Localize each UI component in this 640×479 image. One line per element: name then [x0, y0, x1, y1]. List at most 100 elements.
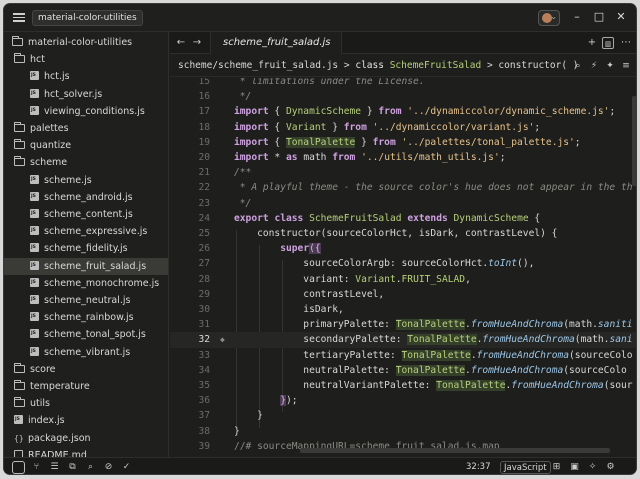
new-tab-icon[interactable]: + [586, 37, 598, 49]
search-icon[interactable]: ⌕ [84, 461, 97, 474]
code-line[interactable]: 28 variant: Variant.FRUIT_SALAD, [170, 272, 636, 287]
tree-item[interactable]: palettes [4, 120, 168, 137]
tree-item[interactable]: scheme_monochrome.js [4, 275, 168, 292]
code-line[interactable]: 16 */ [170, 89, 636, 104]
git-branch-icon[interactable]: ⑂ [30, 461, 43, 474]
code-line[interactable]: 27 sourceColorArgb: sourceColorHct.toInt… [170, 256, 636, 271]
code-token: '../palettes/tonal_palette.js' [401, 136, 575, 148]
code-token: * [268, 152, 286, 163]
folder-open-icon [12, 36, 23, 46]
cursor-position[interactable]: 32:37 [466, 461, 491, 474]
ai-assistant-icon[interactable]: ✧ [586, 461, 599, 474]
user-avatar-menu[interactable]: ⌄ [538, 10, 560, 26]
collaboration-icon[interactable]: ⧉ [66, 461, 79, 474]
code-line[interactable]: 22 * A playful theme - the source color'… [170, 180, 636, 195]
tree-item[interactable]: hct [4, 51, 168, 68]
code-line[interactable]: 35 neutralVariantPalette: TonalPalette.f… [170, 378, 636, 393]
vertical-scrollbar[interactable] [630, 78, 636, 457]
tree-item[interactable]: material-color-utilities [4, 34, 168, 51]
code-token: '../dynamiccolor/dynamic_scheme.js' [407, 106, 610, 118]
tree-item[interactable]: scheme_android.js [4, 189, 168, 206]
horizontal-scrollbar[interactable] [300, 448, 610, 453]
code-line[interactable]: 15 * limitations under the License. [170, 78, 636, 89]
assistant-icon[interactable]: ✦ [604, 60, 616, 72]
tree-item[interactable]: quantize [4, 137, 168, 154]
code-line[interactable]: 18 import { Variant } from '../dynamiccol… [170, 120, 636, 135]
tree-item[interactable]: scheme [4, 154, 168, 171]
tree-item[interactable]: score [4, 361, 168, 378]
outline-icon[interactable]: ≡ [620, 60, 632, 72]
tree-item[interactable]: scheme_vibrant.js [4, 344, 168, 361]
code-action-indicator-icon[interactable]: ◆ [220, 332, 225, 347]
code-line[interactable]: 23 */ [170, 196, 636, 211]
code-line[interactable]: 34 neutralPalette: TonalPalette.fromHueA… [170, 363, 636, 378]
tree-item[interactable]: scheme.js [4, 172, 168, 189]
code-token: TonalPalette [436, 380, 506, 391]
tree-item[interactable]: scheme_fidelity.js [4, 240, 168, 257]
code-line[interactable]: 21 /** [170, 165, 636, 180]
tree-item[interactable]: scheme_tonal_spot.js [4, 326, 168, 343]
breadcrumb-class[interactable]: SchemeFruitSalad [390, 60, 482, 71]
code-token: '../dynamiccolor/variant.js' [372, 121, 535, 133]
tree-item[interactable]: utils [4, 395, 168, 412]
close-button[interactable]: ✕ [614, 10, 628, 24]
maximize-button[interactable]: □ [592, 10, 606, 24]
code-text: primaryPalette: TonalPalette.fromHueAndC… [234, 317, 633, 332]
outline-panel-icon[interactable]: ☰ [48, 461, 61, 474]
code-line[interactable]: 19 import { TonalPalette } from '../palet… [170, 135, 636, 150]
line-number: 22 [198, 182, 210, 194]
back-arrow-icon[interactable]: ← [174, 36, 188, 50]
forward-arrow-icon[interactable]: → [190, 36, 204, 50]
notifications-icon[interactable]: ⚙ [604, 461, 617, 474]
project-switcher[interactable]: material-color-utilities [32, 10, 143, 26]
code-line[interactable]: 31 primaryPalette: TonalPalette.fromHueA… [170, 317, 636, 332]
code-line[interactable]: 20 import * as math from '../utils/math_u… [170, 150, 636, 165]
diagnostics-icon[interactable]: ⊘ [102, 461, 115, 474]
terminal-icon[interactable]: ▣ [568, 461, 581, 474]
tree-item[interactable]: scheme_expressive.js [4, 223, 168, 240]
checkmark-icon[interactable]: ✓ [120, 461, 133, 474]
minimize-button[interactable]: – [570, 10, 584, 24]
format-icon[interactable]: ⊞ [550, 461, 563, 474]
search-icon[interactable]: ⌕ [572, 60, 584, 72]
tree-item[interactable]: README.md [4, 447, 168, 457]
tree-item[interactable]: {} package.json [4, 430, 168, 447]
breadcrumb-path[interactable]: scheme/scheme_fruit_salad.js [178, 60, 338, 71]
code-line[interactable]: 24 export class SchemeFruitSalad extends … [170, 211, 636, 226]
code-line[interactable]: 17 import { DynamicScheme } from '../dyna… [170, 104, 636, 119]
scrollbar-thumb[interactable] [632, 96, 636, 186]
hamburger-menu-icon[interactable] [12, 11, 26, 25]
tree-item-label: scheme_fruit_salad.js [44, 260, 147, 272]
code-line[interactable]: 25 constructor(sourceColorHct, isDark, c… [170, 226, 636, 241]
tree-item[interactable]: hct.js [4, 68, 168, 85]
code-line[interactable]: 26 super({ [170, 241, 636, 256]
tree-item[interactable]: viewing_conditions.js [4, 103, 168, 120]
tree-item[interactable]: scheme_rainbow.js [4, 309, 168, 326]
tree-item[interactable]: scheme_content.js [4, 206, 168, 223]
more-options-icon[interactable]: ⋯ [620, 37, 632, 49]
tree-item[interactable]: temperature [4, 378, 168, 395]
breadcrumb-member[interactable]: constructor( ) [498, 60, 578, 71]
tree-item[interactable]: scheme_neutral.js [4, 292, 168, 309]
panel-toggle-icon[interactable] [12, 461, 25, 474]
code-line[interactable]: 36 }); [170, 393, 636, 408]
language-selector[interactable]: JavaScript [500, 461, 551, 474]
code-actions-icon[interactable]: ⚡ [588, 60, 600, 72]
js-file-icon [30, 191, 39, 201]
code-line[interactable]: 37 } [170, 408, 636, 423]
tree-item[interactable]: scheme_fruit_salad.js [4, 257, 168, 275]
tree-item[interactable]: index.js [4, 412, 168, 429]
code-line[interactable]: 32 ◆ secondaryPalette: TonalPalette.fromH… [170, 332, 636, 348]
breadcrumb[interactable]: scheme/scheme_fruit_salad.js > class Sch… [170, 55, 636, 77]
code-area[interactable]: 15 * limitations under the License. 16 */… [170, 78, 636, 457]
code-line[interactable]: 30 isDark, [170, 302, 636, 317]
code-line[interactable]: 29 contrastLevel, [170, 287, 636, 302]
split-pane-icon[interactable]: ▥ [602, 37, 614, 49]
code-line[interactable]: 33 tertiaryPalette: TonalPalette.fromHue… [170, 348, 636, 363]
tree-item[interactable]: hct_solver.js [4, 86, 168, 103]
code-line[interactable]: 38} [170, 424, 636, 439]
tab-scheme-fruit-salad[interactable]: scheme_fruit_salad.js [210, 32, 342, 54]
code-text: /** [234, 165, 251, 180]
code-token: TonalPalette [407, 334, 477, 346]
